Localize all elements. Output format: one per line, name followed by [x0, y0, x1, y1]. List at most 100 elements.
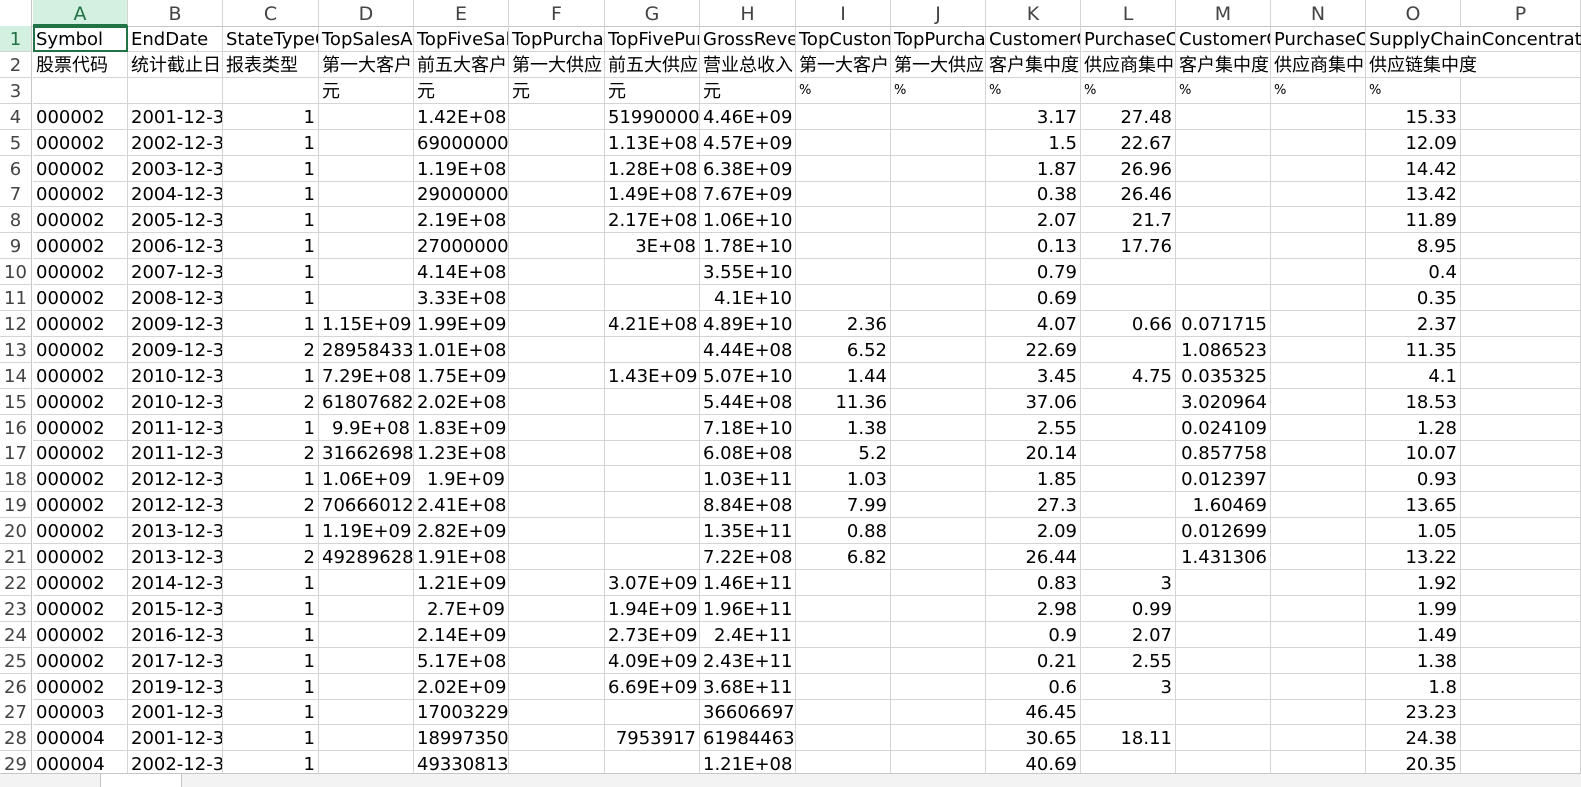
cell-p4[interactable] [1461, 103, 1581, 130]
cell-f10[interactable] [509, 259, 605, 286]
cell-f20[interactable] [509, 518, 605, 545]
cell-p22[interactable] [1461, 569, 1581, 596]
cell-b24[interactable]: 2016-12-3 [128, 621, 223, 648]
cell-n24[interactable] [1271, 621, 1366, 648]
cell-a13[interactable]: 000002 [33, 336, 128, 363]
cell-i22[interactable] [796, 569, 891, 596]
cell-j15[interactable] [891, 388, 986, 415]
sheet-tab[interactable] [100, 774, 182, 787]
cell-g9[interactable]: 3E+08 [605, 233, 700, 260]
cell-j19[interactable] [891, 492, 986, 519]
cell-b2[interactable]: 统计截止日 [128, 51, 223, 78]
cell-o8[interactable]: 11.89 [1366, 207, 1461, 234]
cell-b9[interactable]: 2006-12-3 [128, 233, 223, 260]
cell-c23[interactable]: 1 [223, 595, 319, 622]
cell-j18[interactable] [891, 466, 986, 493]
cell-j24[interactable] [891, 621, 986, 648]
cell-o11[interactable]: 0.35 [1366, 285, 1461, 311]
cell-f8[interactable] [509, 207, 605, 234]
cell-o26[interactable]: 1.8 [1366, 673, 1461, 700]
cell-m19[interactable]: 1.60469 [1176, 492, 1271, 519]
cell-i8[interactable] [796, 207, 891, 234]
cell-c29[interactable]: 1 [223, 751, 319, 773]
cell-k7[interactable]: 0.38 [986, 181, 1081, 208]
cell-e10[interactable]: 4.14E+08 [414, 259, 509, 286]
cell-m13[interactable]: 1.086523 [1176, 336, 1271, 363]
cell-a25[interactable]: 000002 [33, 647, 128, 674]
cell-n3[interactable]: % [1271, 77, 1366, 104]
cell-f18[interactable] [509, 466, 605, 493]
cell-i28[interactable] [796, 725, 891, 752]
cell-b20[interactable]: 2013-12-3 [128, 518, 223, 545]
cell-l29[interactable] [1081, 751, 1176, 773]
cell-d23[interactable] [319, 595, 414, 622]
cell-i6[interactable] [796, 155, 891, 182]
cell-a16[interactable]: 000002 [33, 414, 128, 441]
cell-k3[interactable]: % [986, 77, 1081, 104]
cell-h15[interactable]: 5.44E+08 [700, 388, 796, 415]
cell-e26[interactable]: 2.02E+09 [414, 673, 509, 700]
row-header-18[interactable]: 18 [0, 466, 32, 493]
cell-k22[interactable]: 0.83 [986, 569, 1081, 596]
cell-b12[interactable]: 2009-12-3 [128, 310, 223, 337]
cell-b15[interactable]: 2010-12-3 [128, 388, 223, 415]
row-header-1[interactable]: 1 [0, 26, 32, 52]
cell-i11[interactable] [796, 285, 891, 311]
cell-m15[interactable]: 3.020964 [1176, 388, 1271, 415]
cell-n16[interactable] [1271, 414, 1366, 441]
cell-c8[interactable]: 1 [223, 207, 319, 234]
cell-o10[interactable]: 0.4 [1366, 259, 1461, 286]
cell-p15[interactable] [1461, 388, 1581, 415]
cell-j29[interactable] [891, 751, 986, 773]
cell-c14[interactable]: 1 [223, 362, 319, 389]
cell-l1[interactable]: PurchaseC [1081, 26, 1176, 52]
column-header-e[interactable]: E [414, 0, 509, 26]
cell-c22[interactable]: 1 [223, 569, 319, 596]
cell-i9[interactable] [796, 233, 891, 260]
cell-g23[interactable]: 1.94E+09 [605, 595, 700, 622]
cell-k26[interactable]: 0.6 [986, 673, 1081, 700]
cell-l4[interactable]: 27.48 [1081, 103, 1176, 130]
cell-c21[interactable]: 2 [223, 544, 319, 570]
cell-p10[interactable] [1461, 259, 1581, 286]
cell-n28[interactable] [1271, 725, 1366, 752]
cell-o16[interactable]: 1.28 [1366, 414, 1461, 441]
cell-j12[interactable] [891, 310, 986, 337]
cell-n7[interactable] [1271, 181, 1366, 208]
row-header-22[interactable]: 22 [0, 569, 32, 596]
cell-c9[interactable]: 1 [223, 233, 319, 260]
cell-j16[interactable] [891, 414, 986, 441]
cell-n19[interactable] [1271, 492, 1366, 519]
cell-d6[interactable] [319, 155, 414, 182]
cell-g24[interactable]: 2.73E+09 [605, 621, 700, 648]
cell-c19[interactable]: 2 [223, 492, 319, 519]
cell-g18[interactable] [605, 466, 700, 493]
cell-j13[interactable] [891, 336, 986, 363]
cell-a7[interactable]: 000002 [33, 181, 128, 208]
cell-i20[interactable]: 0.88 [796, 518, 891, 545]
cell-f2[interactable]: 第一大供应 [509, 51, 605, 78]
cell-k29[interactable]: 40.69 [986, 751, 1081, 773]
cell-m16[interactable]: 0.024109 [1176, 414, 1271, 441]
cell-f29[interactable] [509, 751, 605, 773]
cell-a27[interactable]: 000003 [33, 699, 128, 726]
cell-o14[interactable]: 4.1 [1366, 362, 1461, 389]
cell-f1[interactable]: TopPurcha [509, 26, 605, 52]
cell-g11[interactable] [605, 285, 700, 311]
cell-l6[interactable]: 26.96 [1081, 155, 1176, 182]
cell-g5[interactable]: 1.13E+08 [605, 129, 700, 156]
cell-g14[interactable]: 1.43E+09 [605, 362, 700, 389]
cell-b14[interactable]: 2010-12-3 [128, 362, 223, 389]
cell-p7[interactable] [1461, 181, 1581, 208]
cell-o12[interactable]: 2.37 [1366, 310, 1461, 337]
cell-o19[interactable]: 13.65 [1366, 492, 1461, 519]
cell-i13[interactable]: 6.52 [796, 336, 891, 363]
cell-j23[interactable] [891, 595, 986, 622]
cell-c25[interactable]: 1 [223, 647, 319, 674]
row-header-2[interactable]: 2 [0, 51, 32, 78]
cell-d17[interactable]: 31662698 [319, 440, 414, 467]
cell-m6[interactable] [1176, 155, 1271, 182]
cell-o3[interactable]: % [1366, 77, 1461, 104]
cell-i23[interactable] [796, 595, 891, 622]
row-header-7[interactable]: 7 [0, 181, 32, 208]
